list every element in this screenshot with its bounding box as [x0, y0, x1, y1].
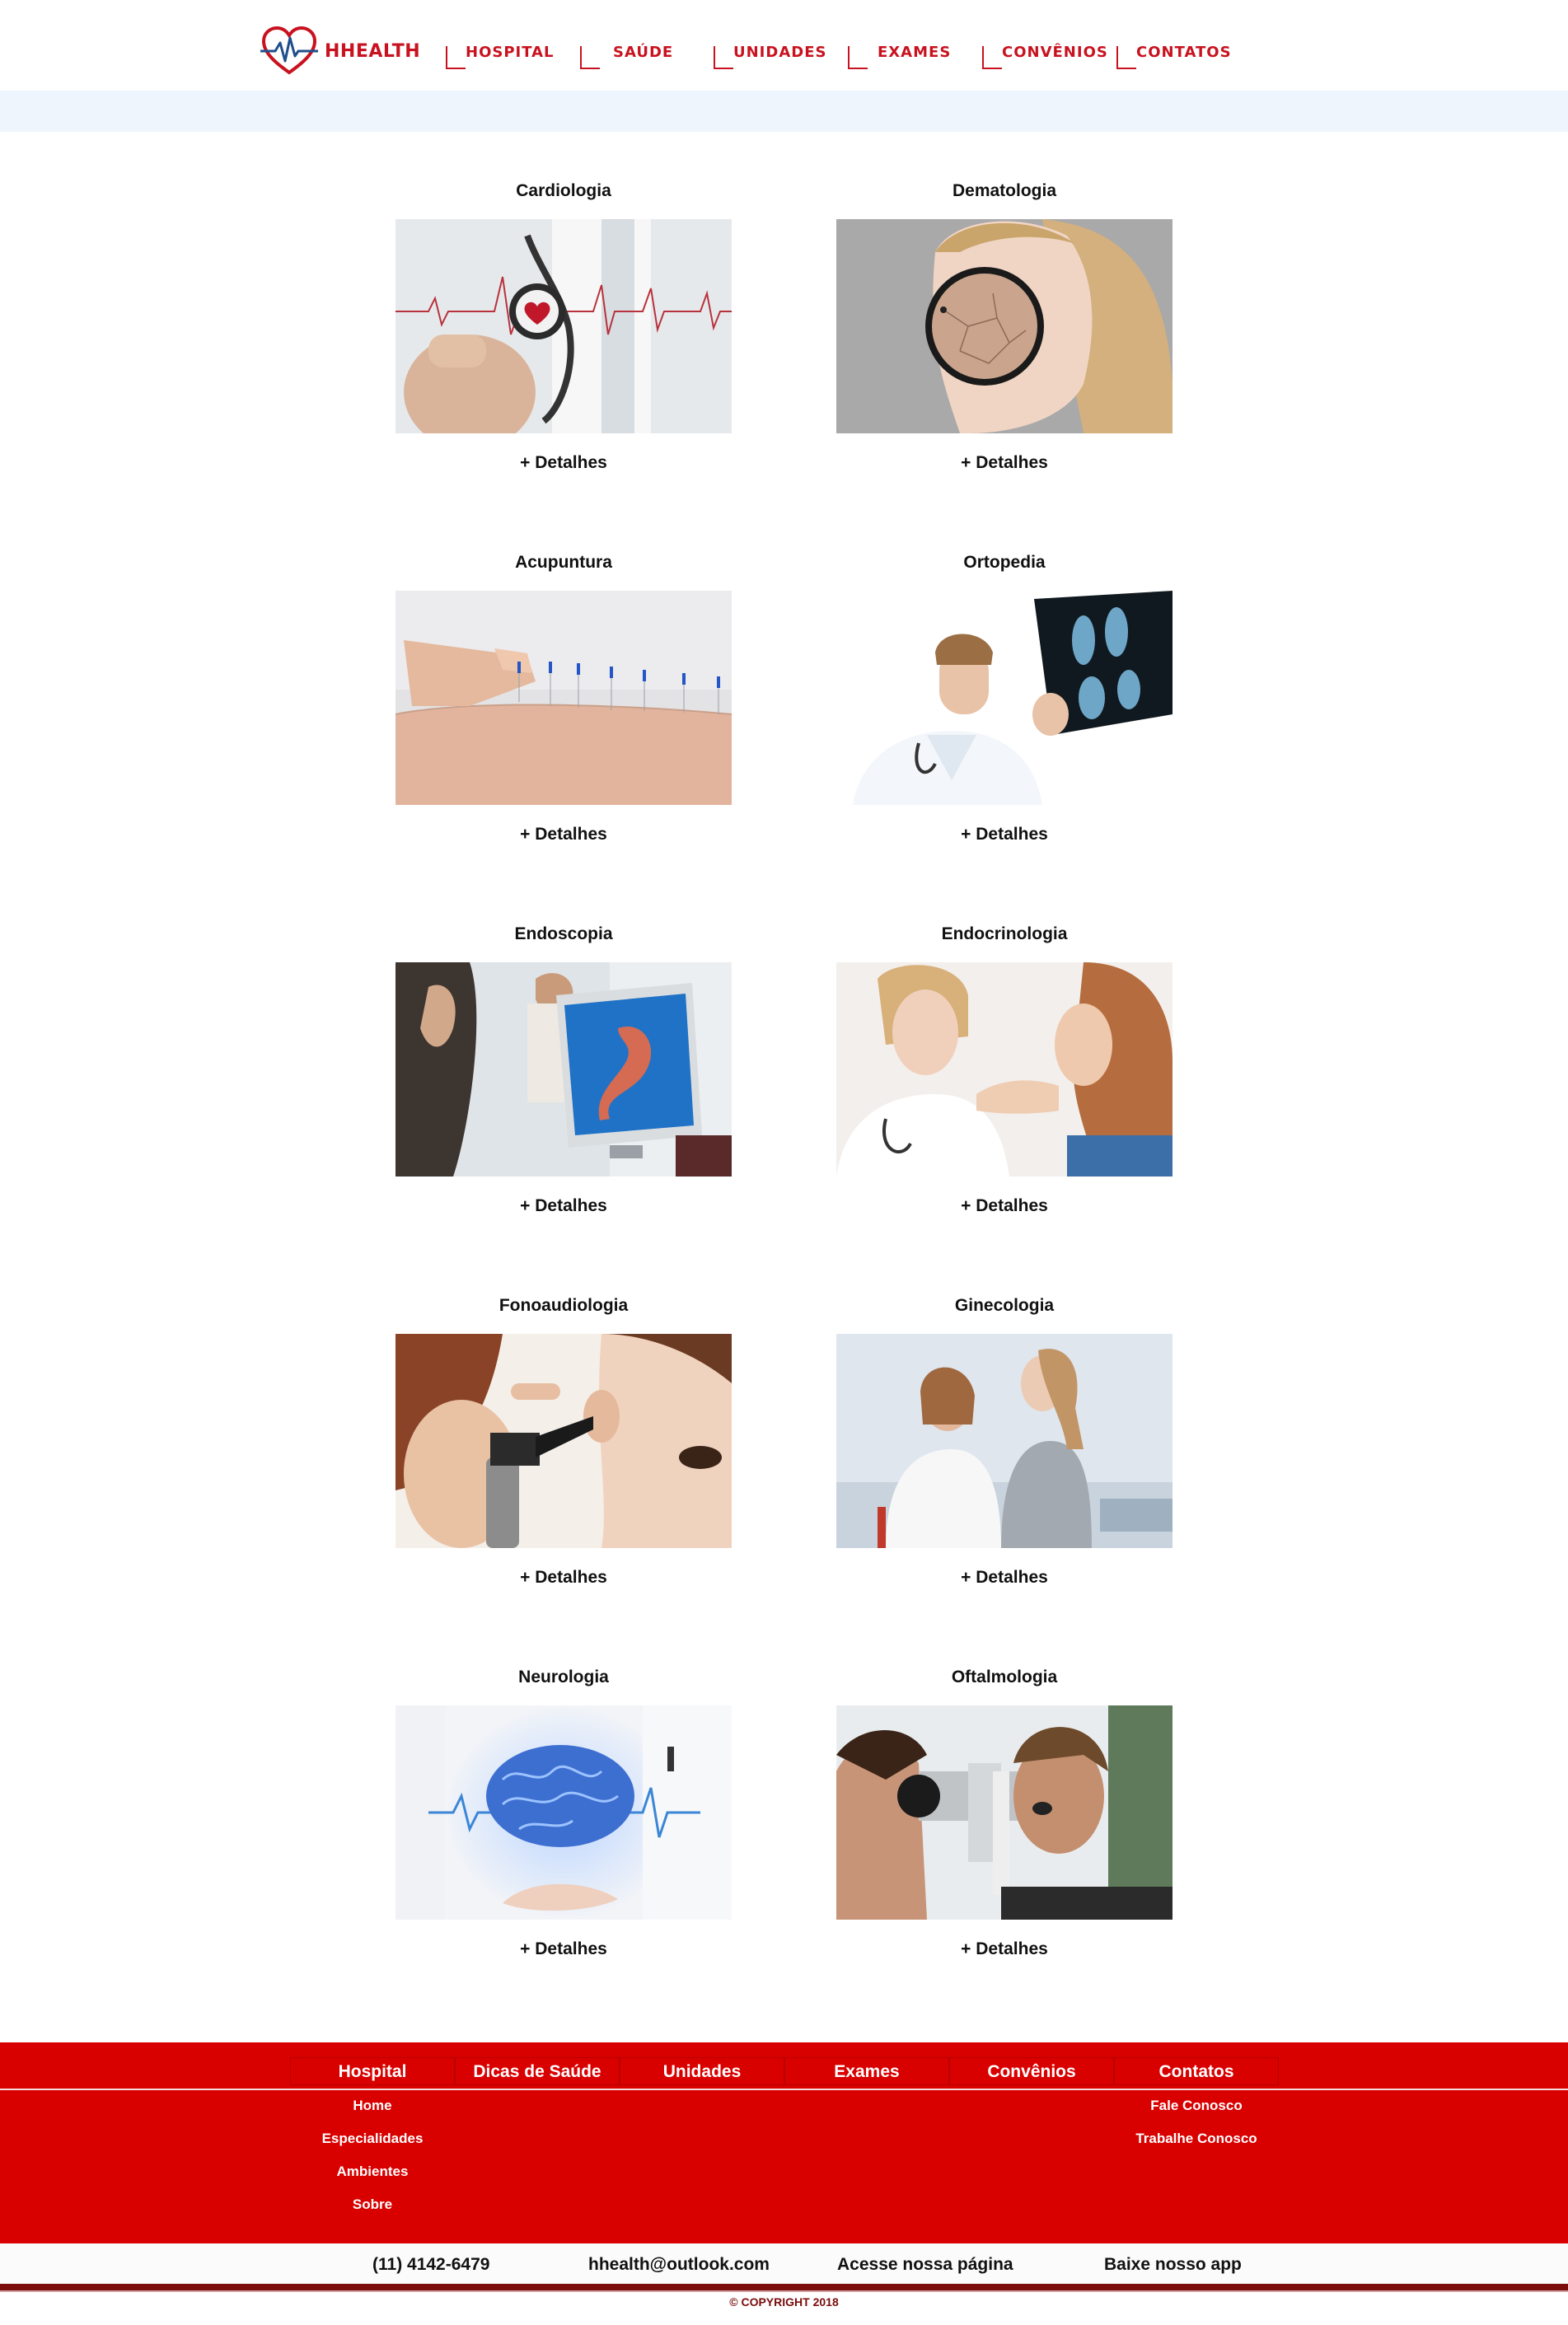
- card-title: Endocrinologia: [941, 924, 1068, 943]
- nav-label: SAÚDE: [613, 44, 674, 61]
- nav-bracket: [446, 46, 466, 69]
- stethoscope-heart-photo[interactable]: [396, 219, 732, 433]
- footer-nav-unidades[interactable]: Unidades: [620, 2057, 784, 2085]
- header-subbar: [0, 91, 1568, 132]
- details-link[interactable]: + Detalhes: [836, 1196, 1172, 1216]
- details-link[interactable]: + Detalhes: [396, 453, 732, 473]
- nav-label: CONVÊNIOS: [1002, 44, 1108, 61]
- footer-contact-bar: (11) 4142-6479 hhealth@outlook.com Acess…: [0, 2243, 1568, 2288]
- footer-app-link[interactable]: Baixe nosso app: [1104, 2255, 1242, 2275]
- details-link[interactable]: + Detalhes: [836, 1939, 1172, 1959]
- stomach-monitor-photo[interactable]: [396, 962, 732, 1177]
- heart-pulse-icon: [260, 26, 318, 75]
- nav-label: HOSPITAL: [466, 44, 555, 61]
- details-link[interactable]: + Detalhes: [836, 453, 1172, 473]
- brand-name: HHEALTH: [325, 40, 421, 62]
- footer-nav-contatos[interactable]: Contatos: [1114, 2057, 1279, 2085]
- copyright-text: © COPYRIGHT 2018: [729, 2295, 839, 2309]
- footer-email[interactable]: hhealth@outlook.com: [588, 2255, 770, 2275]
- gynecology-consult-photo[interactable]: [836, 1334, 1172, 1548]
- footer-link-fale-conosco[interactable]: Fale Conosco: [1114, 2098, 1279, 2114]
- footer-link-especialidades[interactable]: Especialidades: [290, 2131, 455, 2147]
- thyroid-exam-photo[interactable]: [836, 962, 1172, 1177]
- footer-nav-exames[interactable]: Exames: [784, 2057, 949, 2085]
- footer-stripe-light: [0, 2290, 1568, 2292]
- details-link[interactable]: + Detalhes: [396, 1196, 732, 1216]
- details-link[interactable]: + Detalhes: [836, 825, 1172, 844]
- footer-link-trabalhe-conosco[interactable]: Trabalhe Conosco: [1114, 2131, 1279, 2147]
- footer-link-home[interactable]: Home: [290, 2098, 455, 2114]
- nav-bracket: [1116, 46, 1136, 69]
- details-link[interactable]: + Detalhes: [396, 1939, 732, 1959]
- card-title: Oftalmologia: [951, 1668, 1058, 1686]
- details-link[interactable]: + Detalhes: [836, 1568, 1172, 1588]
- nav-bracket: [848, 46, 868, 69]
- footer-divider: [0, 2089, 1568, 2090]
- card-title: Fonoaudiologia: [498, 1296, 629, 1315]
- nav-label: UNIDADES: [733, 44, 827, 61]
- footer-stripe: [0, 2284, 1568, 2290]
- doctor-xray-photo[interactable]: [836, 591, 1172, 805]
- footer-nav-convenios[interactable]: Convênios: [949, 2057, 1114, 2085]
- details-link[interactable]: + Detalhes: [396, 825, 732, 844]
- nav-bracket: [580, 46, 600, 69]
- footer-link-ambientes[interactable]: Ambientes: [290, 2164, 455, 2180]
- nav-bracket: [714, 46, 733, 69]
- brain-hologram-photo[interactable]: [396, 1705, 732, 1920]
- footer-nav-hospital[interactable]: Hospital: [290, 2057, 455, 2085]
- logo[interactable]: HHEALTH: [259, 25, 420, 77]
- nav-label: CONTATOS: [1136, 44, 1232, 61]
- details-link[interactable]: + Detalhes: [396, 1568, 732, 1588]
- card-title: Ginecologia: [954, 1296, 1055, 1315]
- card-title: Cardiologia: [516, 181, 611, 200]
- footer-page-link[interactable]: Acesse nossa página: [837, 2255, 1013, 2275]
- site-header: HHEALTH HOSPITAL SAÚDE UNIDADES EXAMES C…: [0, 0, 1568, 91]
- footer-link-sobre[interactable]: Sobre: [290, 2196, 455, 2213]
- acupuncture-needles-photo[interactable]: [396, 591, 732, 805]
- card-title: Acupuntura: [515, 553, 612, 572]
- card-title: Ortopedia: [963, 553, 1046, 572]
- otoscope-ear-photo[interactable]: [396, 1334, 732, 1548]
- footer-phone[interactable]: (11) 4142-6479: [372, 2255, 489, 2275]
- card-title: Endoscopia: [514, 924, 613, 943]
- card-title: Dematologia: [952, 181, 1057, 200]
- footer-nav-area: Hospital Dicas de Saúde Unidades Exames …: [0, 2042, 1568, 2243]
- card-title: Neurologia: [518, 1668, 609, 1686]
- footer-nav-dicas-de-saude[interactable]: Dicas de Saúde: [455, 2057, 620, 2085]
- nav-label: EXAMES: [878, 44, 952, 61]
- eye-exam-photo[interactable]: [836, 1705, 1172, 1920]
- skin-magnifier-photo[interactable]: [836, 219, 1172, 433]
- nav-bracket: [982, 46, 1002, 69]
